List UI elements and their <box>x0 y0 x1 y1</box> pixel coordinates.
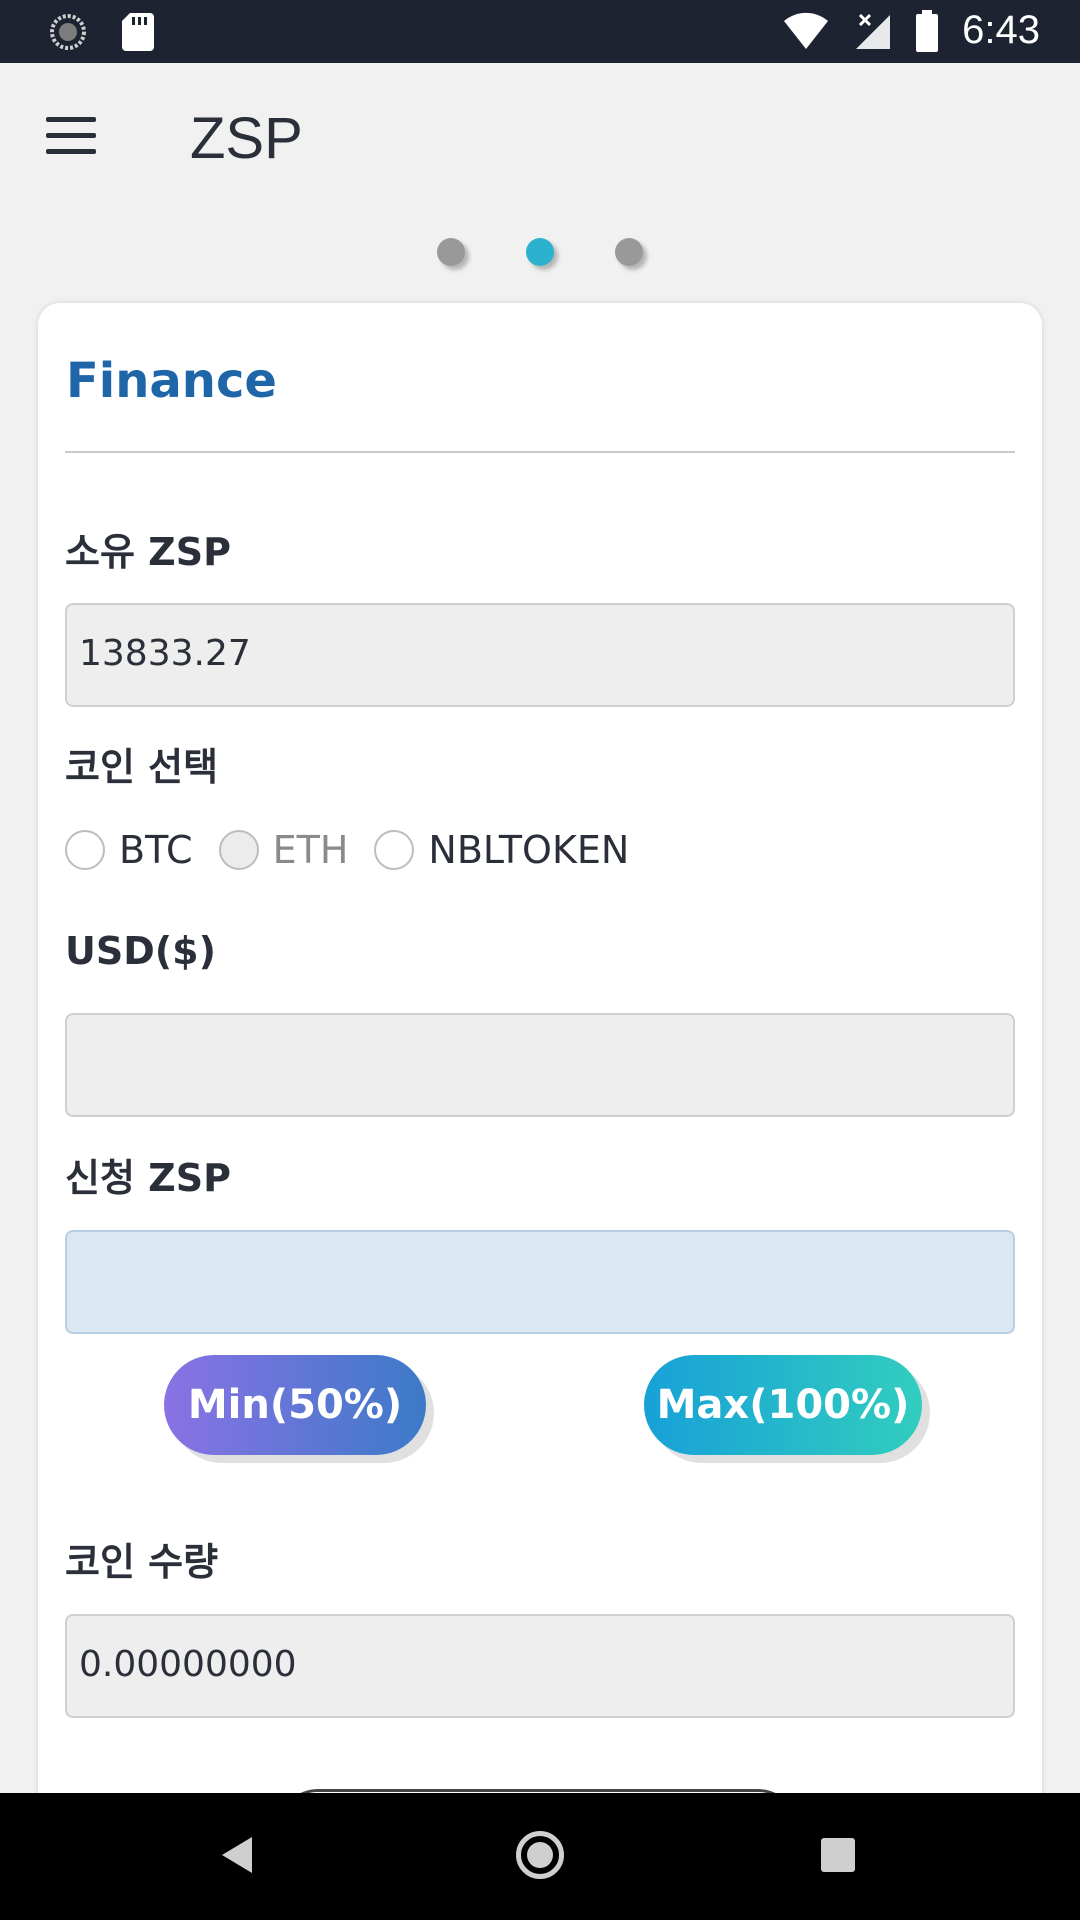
divider <box>65 451 1015 453</box>
apply-zsp-label: 신청 ZSP <box>65 1156 231 1200</box>
battery-icon <box>916 9 939 52</box>
pager-dot-1[interactable] <box>437 238 465 266</box>
radio-nbltoken[interactable]: NBLTOKEN <box>374 828 629 872</box>
status-time: 6:43 <box>962 8 1040 52</box>
status-bar: 6:43 <box>0 0 1080 63</box>
system-nav-bar <box>0 1793 1080 1920</box>
finance-card: Finance 소유 ZSP 13833.27 코인 선택 BTC ETH NB… <box>38 303 1042 1920</box>
min-button[interactable]: Min(50%) <box>164 1355 426 1455</box>
coin-select-label: 코인 선택 <box>65 745 219 789</box>
radio-circle[interactable] <box>374 830 415 870</box>
menu-icon[interactable] <box>46 115 100 155</box>
app-bar: ZSP <box>0 63 1080 213</box>
usd-label: USD($) <box>65 929 216 973</box>
usd-field[interactable] <box>65 1013 1015 1117</box>
pager-dot-3[interactable] <box>615 238 643 266</box>
app-root: 6:43 ZSP Finance 소유 ZSP 13833.27 코인 선택 B… <box>0 0 1080 1920</box>
home-icon[interactable] <box>516 1831 564 1879</box>
coin-radio-group: BTC ETH NBLTOKEN <box>65 825 655 875</box>
radio-circle[interactable] <box>65 830 105 870</box>
apply-zsp-input[interactable] <box>65 1230 1015 1334</box>
recent-apps-icon[interactable] <box>821 1838 855 1872</box>
pager-dots <box>0 238 1080 278</box>
sd-card-icon <box>122 13 154 51</box>
page-title: ZSP <box>190 106 303 171</box>
signal-icon <box>856 13 891 49</box>
owned-zsp-label: 소유 ZSP <box>65 530 231 574</box>
radio-eth[interactable]: ETH <box>218 828 349 872</box>
max-button[interactable]: Max(100%) <box>644 1355 922 1455</box>
radio-btc[interactable]: BTC <box>65 828 193 872</box>
coin-amount-field: 0.00000000 <box>65 1614 1015 1718</box>
back-icon[interactable] <box>222 1837 252 1873</box>
radio-circle[interactable] <box>218 830 259 870</box>
coin-amount-label: 코인 수량 <box>65 1540 219 1584</box>
card-title: Finance <box>66 353 277 409</box>
radio-label: BTC <box>119 828 193 872</box>
pager-dot-2-active[interactable] <box>526 238 554 266</box>
radio-label: ETH <box>272 828 349 872</box>
radio-label: NBLTOKEN <box>428 828 630 872</box>
owned-zsp-field: 13833.27 <box>65 603 1015 707</box>
sync-icon <box>50 14 86 50</box>
wifi-icon <box>784 12 829 49</box>
